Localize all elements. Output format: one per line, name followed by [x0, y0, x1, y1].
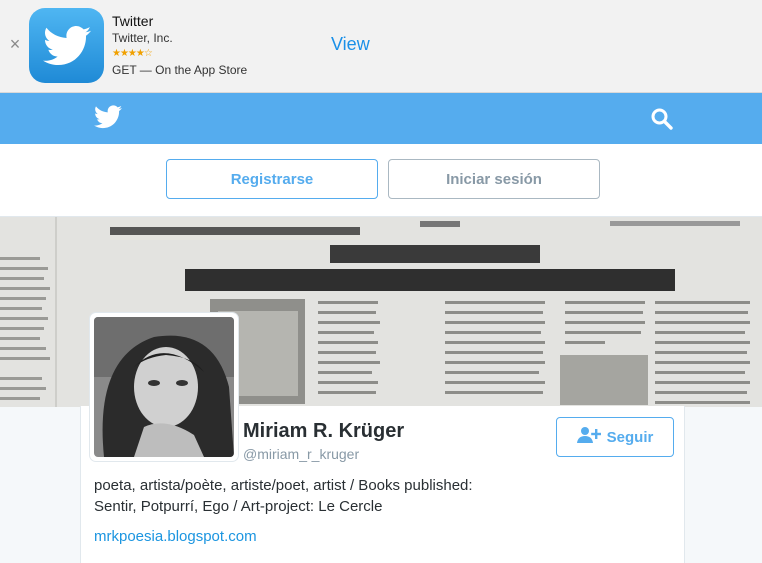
- twitter-bird-icon[interactable]: [94, 105, 122, 134]
- bio-line: Sentir, Potpurrí, Ego / Art-project: Le …: [94, 498, 383, 515]
- app-company: Twitter, Inc.: [112, 31, 173, 45]
- profile-name: Miriam R. Krüger: [243, 420, 405, 442]
- auth-bar: Registrarse Iniciar sesión: [0, 144, 762, 217]
- profile-bio: poeta, artista/poète, artiste/poet, arti…: [94, 475, 534, 517]
- top-nav-bar: [0, 93, 762, 144]
- follow-button[interactable]: Seguir: [556, 417, 674, 457]
- app-store-text: GET — On the App Store: [112, 63, 248, 77]
- view-button[interactable]: View: [331, 34, 370, 55]
- avatar[interactable]: [90, 313, 238, 461]
- app-name: Twitter: [112, 13, 154, 29]
- profile-photo: [94, 317, 234, 457]
- app-store-banner: × Twitter Twitter, Inc. ★★★★☆ GET — On t…: [0, 0, 762, 93]
- profile-handle: @miriam_r_kruger: [243, 446, 360, 462]
- twitter-bird-icon: [42, 25, 91, 65]
- profile-url-link[interactable]: mrkpoesia.blogspot.com: [94, 528, 257, 545]
- add-user-icon: [576, 426, 601, 448]
- rating-stars: ★★★★☆: [112, 48, 153, 59]
- search-icon[interactable]: [650, 107, 674, 136]
- bio-line: poeta, artista/poète, artiste/poet, arti…: [94, 477, 473, 494]
- twitter-app-icon[interactable]: [29, 8, 104, 83]
- close-icon[interactable]: ×: [7, 34, 23, 54]
- follow-label: Seguir: [606, 428, 654, 446]
- signup-button[interactable]: Registrarse: [166, 159, 378, 199]
- login-button[interactable]: Iniciar sesión: [388, 159, 600, 199]
